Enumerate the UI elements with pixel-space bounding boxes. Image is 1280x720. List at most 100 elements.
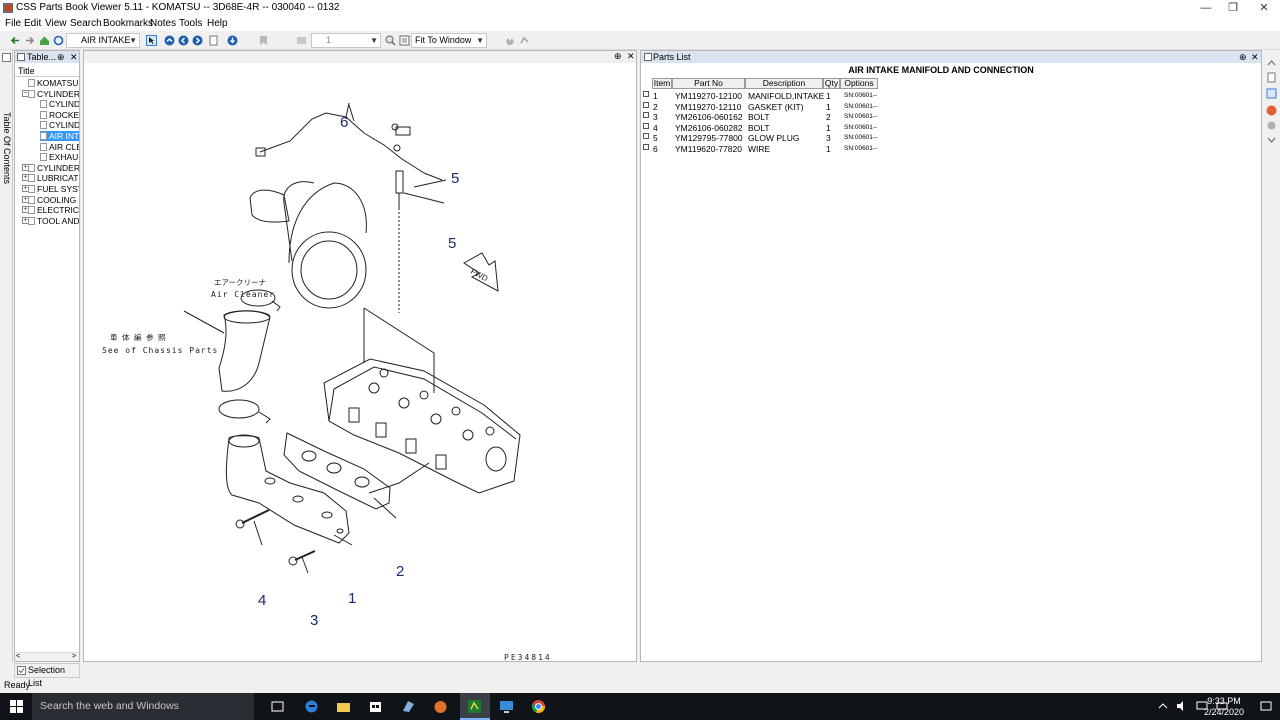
column-qty[interactable]: Qty [823,78,840,89]
callout-3[interactable]: 3 [310,612,318,629]
pin-icon[interactable]: ⊕ [614,51,622,62]
scroll-right-icon[interactable]: > [72,653,76,660]
toc-item[interactable]: CYLINDER I [28,89,79,99]
row-checkbox[interactable] [643,133,649,140]
row-checkbox[interactable] [643,91,649,97]
clock-date[interactable]: 2/24/2020 [1194,707,1254,717]
alert-icon[interactable] [1266,105,1277,116]
close-panel-icon[interactable]: ✕ [1251,51,1259,63]
callout-1[interactable]: 1 [348,590,356,607]
clock-time[interactable]: 9:33 PM [1194,696,1254,706]
callout-5b[interactable]: 5 [448,235,456,252]
menu-notes[interactable]: Notes [150,18,176,29]
chrome-icon[interactable] [531,699,546,714]
horizontal-scrollbar[interactable]: < > [15,652,79,661]
toc-item[interactable]: AIR INT [40,131,79,141]
table-row[interactable]: 3 YM26106-060162 BOLT 2 SN:00601-- [641,112,1241,122]
menu-view[interactable]: View [45,18,67,29]
active-app-tile[interactable] [460,693,490,720]
tray-chevron-up-icon[interactable] [1157,700,1169,712]
toc-item[interactable]: FUEL SYSTI [28,184,79,194]
refresh-icon[interactable] [53,35,64,46]
close-panel-icon[interactable]: ✕ [70,51,78,63]
taskbar-search-box[interactable]: Search the web and Windows [32,693,254,720]
callout-4[interactable]: 4 [258,592,266,609]
bolt-short[interactable] [294,550,316,561]
toc-column-header[interactable]: Title [15,65,79,77]
air-cleaner[interactable] [291,231,367,309]
toc-item[interactable]: ELECTRICA [28,205,79,215]
next-page-icon[interactable] [192,35,203,46]
zoom-combo[interactable]: Fit To Window ▼ [411,33,487,48]
bookmark-add-icon[interactable] [258,35,269,46]
settings-icon[interactable] [1266,120,1277,131]
app-icon-orange[interactable] [433,699,448,714]
section-combo[interactable]: AIR INTAKE ▼ [66,33,140,48]
remote-desktop-icon[interactable] [499,699,514,714]
fit-window-icon[interactable] [399,35,410,46]
toc-item[interactable]: COOLING S [28,195,79,205]
toc-item[interactable]: CYLINDI [40,120,79,130]
select-tool-icon[interactable] [146,35,157,46]
row-checkbox[interactable] [643,112,649,119]
callout-6[interactable]: 6 [340,114,348,131]
cylinder-head[interactable] [323,358,521,494]
column-description[interactable]: Description [745,78,823,89]
forward-icon[interactable] [24,35,35,46]
menu-search[interactable]: Search [70,18,102,29]
gasket[interactable] [283,432,391,510]
menu-tools[interactable]: Tools [179,18,202,29]
scroll-down-icon[interactable] [1266,134,1277,145]
parts-drawing[interactable]: 6 5 5 2 1 4 3 エアークリーナ Air Cleaner 車 体 編 … [84,63,636,661]
download-icon[interactable] [227,35,238,46]
back-icon[interactable] [10,35,21,46]
toc-side-tab[interactable]: Table Of Contents [0,50,13,662]
table-row[interactable]: 4 YM26106-060282 BOLT 1 SN:00601-- [641,122,1241,133]
scroll-up-icon[interactable] [1266,58,1277,69]
toc-item[interactable]: TOOL AND [28,216,79,226]
close-window-button[interactable]: ✕ [1248,0,1280,16]
bolt-long[interactable] [241,509,270,524]
file-explorer-icon[interactable] [336,699,351,714]
print-preview-icon[interactable] [208,35,219,46]
menu-bookmarks[interactable]: Bookmarks [103,18,153,29]
zoom-icon[interactable] [385,35,396,46]
row-checkbox[interactable] [643,101,649,108]
volume-icon[interactable] [1176,700,1188,712]
toc-item[interactable]: ROCKER [40,110,79,120]
toc-item[interactable]: AIR CLE [40,142,79,152]
column-item[interactable]: Item [652,78,672,89]
edge-browser-icon[interactable] [304,699,319,714]
column-part-no[interactable]: Part No [672,78,745,89]
pin-icon[interactable]: ⊕ [1239,51,1247,63]
glow-plug[interactable] [395,170,404,194]
close-panel-icon[interactable]: ✕ [627,51,635,62]
selection-list-tab[interactable]: Selection List [14,663,80,688]
task-view-icon[interactable] [270,699,285,714]
store-icon[interactable] [368,699,383,714]
table-row[interactable]: 5 YM129795-77800 GLOW PLUG 3 SN:00601-- [641,133,1241,143]
toc-item[interactable]: CYLINDER I [28,163,79,173]
toc-item[interactable]: KOMATSU 3 [28,78,79,88]
table-row[interactable]: 1 YM119270-12100 MANIFOLD,INTAKE 1 SN:00601-… [641,91,1241,101]
pin-icon[interactable]: ⊕ [57,51,65,63]
windows-start-icon[interactable] [9,699,24,714]
callout-5a[interactable]: 5 [451,170,459,187]
column-options[interactable]: Options [840,78,878,89]
toc-item[interactable]: EXHAUS [40,152,79,162]
row-checkbox[interactable] [643,144,649,150]
hand-tool-icon[interactable] [504,35,515,46]
table-row[interactable]: 2 YM119270-12110 GASKET (KIT) 1 SN:00601-- [641,101,1241,112]
toc-item[interactable]: CYLINDI [40,99,79,109]
app-icon-blue[interactable] [401,699,416,714]
intake-manifold[interactable] [225,435,350,544]
document-icon[interactable] [1266,88,1277,99]
toc-item[interactable]: LUBRICATII [28,173,79,183]
table-row[interactable]: 6 YM119620-77820 WIRE 1 SN:00601-- [641,144,1241,154]
page-icon[interactable] [1266,72,1277,83]
rotate-icon[interactable] [519,35,530,46]
restore-button[interactable]: ❐ [1217,0,1249,16]
menu-file[interactable]: File [5,18,21,29]
menu-help[interactable]: Help [207,18,228,29]
page-combo[interactable]: 1 ▼ [311,33,381,48]
